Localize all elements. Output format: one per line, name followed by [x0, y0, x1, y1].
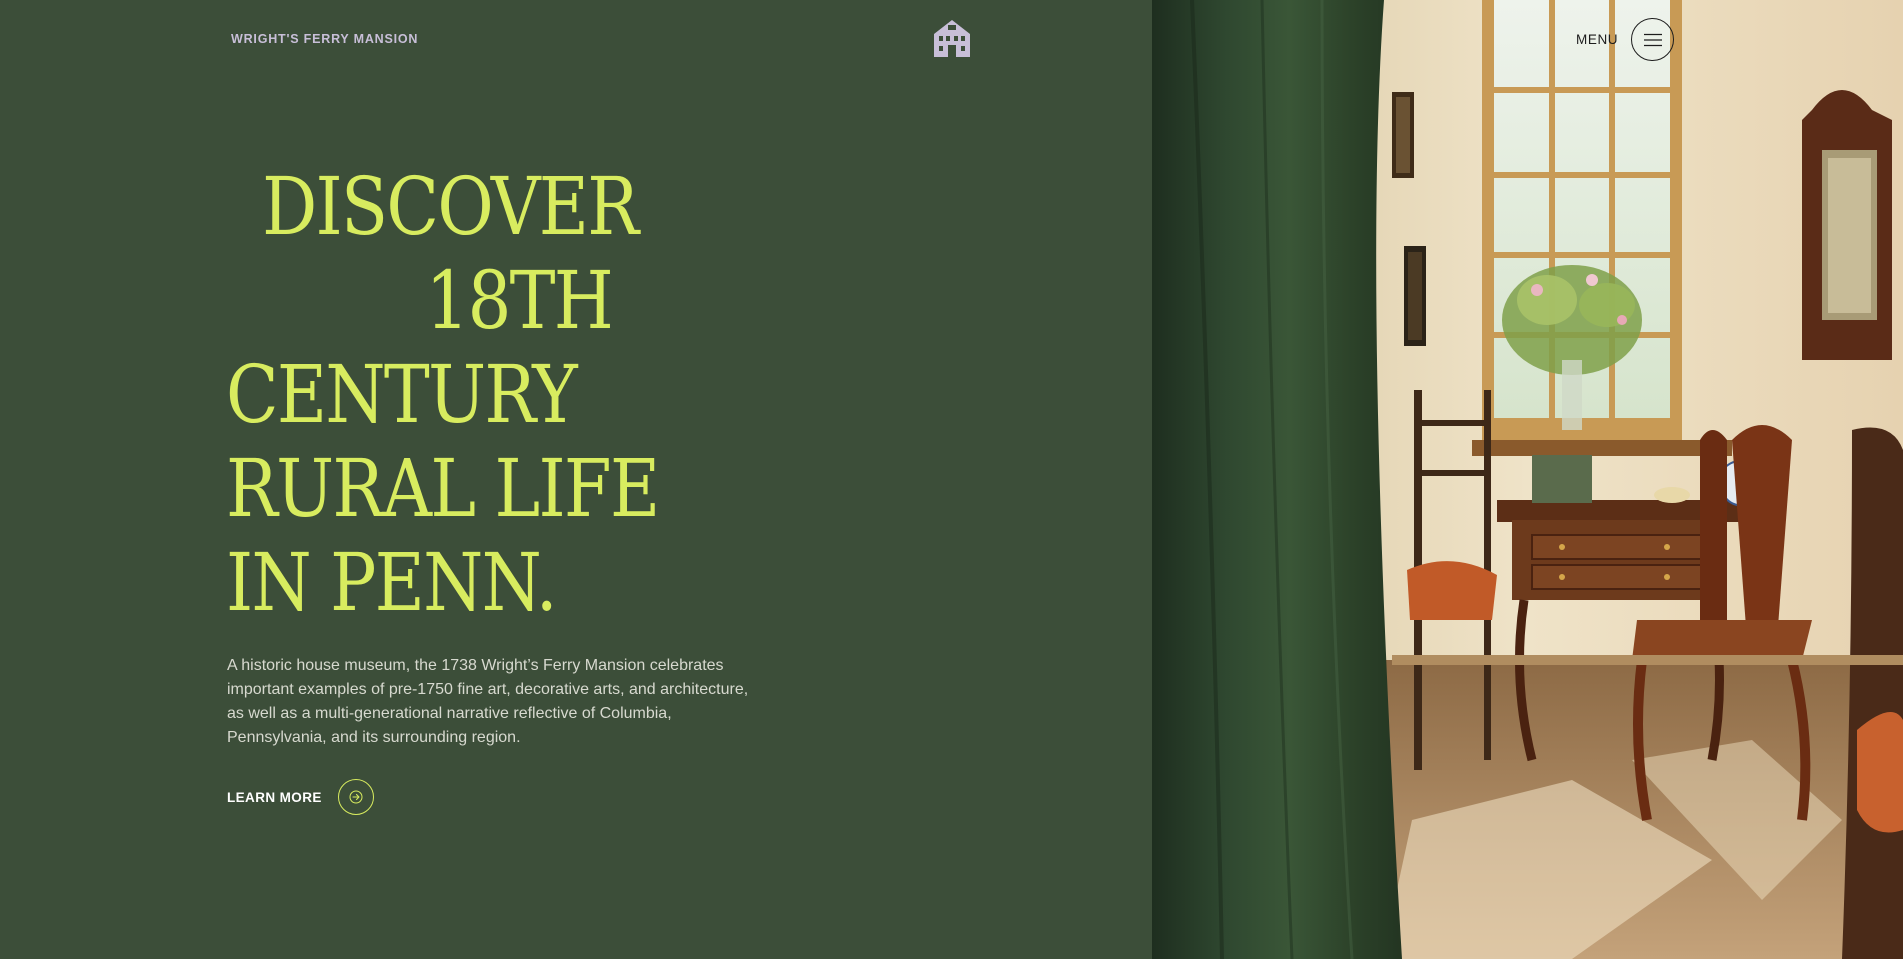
menu-label: MENU — [1576, 32, 1619, 47]
learn-more-button[interactable]: LEARN MORE — [227, 779, 374, 815]
headline-line-1: DISCOVER — [262, 160, 639, 253]
headline-line-3: CENTURY — [226, 348, 578, 441]
interior-room-image — [1152, 0, 1903, 959]
site-brand[interactable]: WRIGHT'S FERRY MANSION — [231, 32, 418, 46]
hero-panel: WRIGHT'S FERRY MANSION DISCOVER 18TH CEN… — [0, 0, 1152, 959]
hero-description: A historic house museum, the 1738 Wright… — [227, 657, 749, 746]
learn-more-label: LEARN MORE — [227, 789, 322, 805]
hamburger-icon — [1631, 18, 1675, 61]
house-icon[interactable] — [931, 16, 973, 58]
page: WRIGHT'S FERRY MANSION DISCOVER 18TH CEN… — [0, 0, 1903, 959]
arrow-right-icon — [337, 779, 374, 815]
hero-headline: DISCOVER 18TH CENTURY RURAL LIFE IN PENN… — [226, 160, 746, 630]
headline-line-4: RURAL LIFE — [226, 442, 660, 535]
headline-line-2: 18TH — [425, 254, 614, 347]
menu-button[interactable]: MENU — [1576, 18, 1675, 61]
headline-line-5: IN PENN. — [226, 536, 558, 629]
